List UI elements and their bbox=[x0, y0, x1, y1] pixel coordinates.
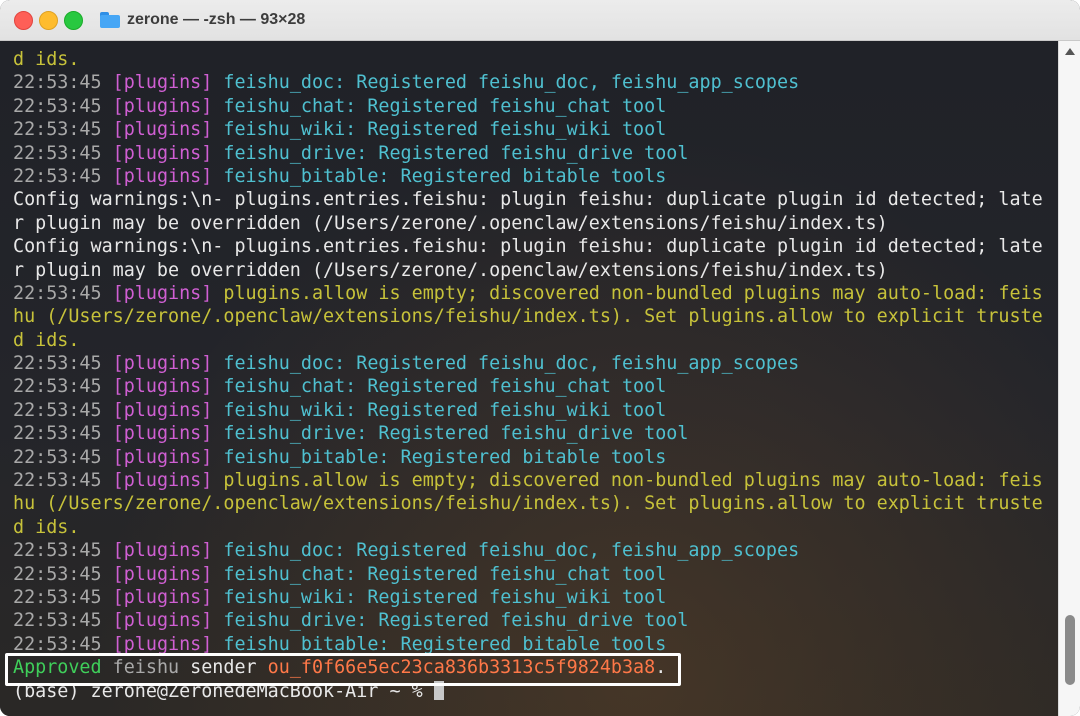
terminal-lines: d ids. 22:53:45 [plugins] feishu_doc: Reg… bbox=[13, 48, 1058, 703]
terminal-line: 22:53:45 [plugins] feishu_chat: Register… bbox=[13, 375, 1058, 398]
terminal-line: d ids. bbox=[13, 516, 1058, 539]
scroll-up-arrow-icon[interactable] bbox=[1065, 48, 1075, 55]
log-tag: [plugins] bbox=[112, 142, 224, 164]
log-timestamp: 22:53:45 bbox=[13, 95, 113, 117]
log-tag: [plugins] bbox=[112, 282, 224, 304]
log-tag: [plugins] bbox=[112, 95, 224, 117]
log-message: feishu_drive: Registered feishu_drive to… bbox=[223, 142, 689, 164]
scrollbar-thumb[interactable] bbox=[1065, 615, 1075, 685]
log-tag: [plugins] bbox=[112, 610, 224, 632]
log-message: hu (/Users/zerone/.openclaw/extensions/f… bbox=[13, 493, 1043, 515]
terminal-line: d ids. bbox=[13, 48, 1058, 71]
log-tag: [plugins] bbox=[112, 563, 224, 585]
terminal-line: 22:53:45 [plugins] feishu_chat: Register… bbox=[13, 95, 1058, 118]
log-tag: [plugins] bbox=[112, 376, 224, 398]
log-timestamp: 22:53:45 bbox=[13, 119, 113, 141]
terminal-line: 22:53:45 [plugins] plugins.allow is empt… bbox=[13, 469, 1058, 492]
log-tag: [plugins] bbox=[112, 165, 224, 187]
terminal-line: 22:53:45 [plugins] feishu_drive: Registe… bbox=[13, 422, 1058, 445]
log-message: hu (/Users/zerone/.openclaw/extensions/f… bbox=[13, 306, 1043, 328]
terminal-line: 22:53:45 [plugins] feishu_wiki: Register… bbox=[13, 399, 1058, 422]
log-timestamp: 22:53:45 bbox=[13, 142, 113, 164]
terminal-line: 22:53:45 [plugins] feishu_chat: Register… bbox=[13, 563, 1058, 586]
log-timestamp: 22:53:45 bbox=[13, 633, 113, 655]
terminal-line: 22:53:45 [plugins] feishu_wiki: Register… bbox=[13, 586, 1058, 609]
log-message: feishu_chat: Registered feishu_chat tool bbox=[223, 563, 667, 585]
log-tag: [plugins] bbox=[112, 423, 224, 445]
log-message: feishu_doc: Registered feishu_doc, feish… bbox=[223, 540, 800, 562]
log-message: plugins.allow is empty; discovered non-b… bbox=[223, 470, 1043, 492]
log-message: Config warnings:\n- plugins.entries.feis… bbox=[13, 236, 1043, 258]
log-tag: [plugins] bbox=[112, 540, 224, 562]
folder-icon bbox=[100, 12, 120, 28]
log-message: feishu_bitable: Registered bitable tools bbox=[223, 446, 667, 468]
log-message: Config warnings:\n- plugins.entries.feis… bbox=[13, 189, 1043, 211]
log-message: feishu_doc: Registered feishu_doc, feish… bbox=[223, 72, 800, 94]
log-message: feishu_doc: Registered feishu_doc, feish… bbox=[223, 353, 800, 375]
terminal-line: r plugin may be overridden (/Users/zeron… bbox=[13, 259, 1058, 282]
log-message: feishu_drive: Registered feishu_drive to… bbox=[223, 423, 689, 445]
log-message: plugins.allow is empty; discovered non-b… bbox=[223, 282, 1043, 304]
terminal-line: 22:53:45 [plugins] feishu_doc: Registere… bbox=[13, 539, 1058, 562]
log-timestamp: 22:53:45 bbox=[13, 586, 113, 608]
terminal-line: 22:53:45 [plugins] feishu_doc: Registere… bbox=[13, 71, 1058, 94]
log-message: feishu_bitable: Registered bitable tools bbox=[223, 633, 667, 655]
zoom-button[interactable] bbox=[64, 11, 83, 30]
terminal-line: 22:53:45 [plugins] plugins.allow is empt… bbox=[13, 282, 1058, 305]
log-timestamp: 22:53:45 bbox=[13, 282, 113, 304]
terminal-line: 22:53:45 [plugins] feishu_doc: Registere… bbox=[13, 352, 1058, 375]
terminal-line: 22:53:45 [plugins] feishu_drive: Registe… bbox=[13, 142, 1058, 165]
title-bar: zerone — -zsh — 93×28 bbox=[0, 0, 1080, 41]
log-message: feishu_bitable: Registered bitable tools bbox=[223, 165, 667, 187]
vertical-scrollbar[interactable] bbox=[1058, 41, 1080, 716]
log-timestamp: 22:53:45 bbox=[13, 540, 113, 562]
window-title: zerone — -zsh — 93×28 bbox=[100, 0, 305, 40]
log-message: r plugin may be overridden (/Users/zeron… bbox=[13, 212, 888, 234]
log-timestamp: 22:53:45 bbox=[13, 423, 113, 445]
terminal-line: Config warnings:\n- plugins.entries.feis… bbox=[13, 188, 1058, 211]
terminal-output[interactable]: d ids. 22:53:45 [plugins] feishu_doc: Reg… bbox=[0, 41, 1058, 716]
log-message: feishu_chat: Registered feishu_chat tool bbox=[223, 376, 667, 398]
log-timestamp: 22:53:45 bbox=[13, 72, 113, 94]
log-message: feishu_wiki: Registered feishu_wiki tool bbox=[223, 119, 667, 141]
log-message: feishu_wiki: Registered feishu_wiki tool bbox=[223, 399, 667, 421]
log-tag: [plugins] bbox=[112, 399, 224, 421]
log-message: feishu_chat: Registered feishu_chat tool bbox=[223, 95, 667, 117]
terminal-line: r plugin may be overridden (/Users/zeron… bbox=[13, 212, 1058, 235]
log-tag: [plugins] bbox=[112, 586, 224, 608]
terminal-line: hu (/Users/zerone/.openclaw/extensions/f… bbox=[13, 305, 1058, 328]
log-message: d ids. bbox=[13, 329, 80, 351]
terminal-line: 22:53:45 [plugins] feishu_drive: Registe… bbox=[13, 609, 1058, 632]
log-timestamp: 22:53:45 bbox=[13, 353, 113, 375]
log-tag: [plugins] bbox=[112, 353, 224, 375]
log-message: feishu_drive: Registered feishu_drive to… bbox=[223, 610, 689, 632]
log-message: r plugin may be overridden (/Users/zeron… bbox=[13, 259, 888, 281]
minimize-button[interactable] bbox=[39, 11, 58, 30]
log-tag: [plugins] bbox=[112, 633, 224, 655]
log-message: feishu_wiki: Registered feishu_wiki tool bbox=[223, 586, 667, 608]
terminal-line: d ids. bbox=[13, 329, 1058, 352]
log-timestamp: 22:53:45 bbox=[13, 470, 113, 492]
window-title-text: zerone — -zsh — 93×28 bbox=[127, 11, 306, 28]
terminal-window: zerone — -zsh — 93×28 d ids. 22:53:45 [pl… bbox=[0, 0, 1080, 716]
approved-highlight-box bbox=[5, 653, 681, 686]
log-timestamp: 22:53:45 bbox=[13, 376, 113, 398]
terminal-line: hu (/Users/zerone/.openclaw/extensions/f… bbox=[13, 492, 1058, 515]
log-timestamp: 22:53:45 bbox=[13, 446, 113, 468]
terminal-line: 22:53:45 [plugins] feishu_bitable: Regis… bbox=[13, 446, 1058, 469]
log-message: d ids. bbox=[13, 516, 80, 538]
terminal-line: 22:53:45 [plugins] feishu_wiki: Register… bbox=[13, 118, 1058, 141]
log-tag: [plugins] bbox=[112, 119, 224, 141]
close-button[interactable] bbox=[14, 11, 33, 30]
log-timestamp: 22:53:45 bbox=[13, 563, 113, 585]
log-tag: [plugins] bbox=[112, 72, 224, 94]
log-timestamp: 22:53:45 bbox=[13, 610, 113, 632]
terminal-line: Config warnings:\n- plugins.entries.feis… bbox=[13, 235, 1058, 258]
log-tag: [plugins] bbox=[112, 470, 224, 492]
log-tag: [plugins] bbox=[112, 446, 224, 468]
log-timestamp: 22:53:45 bbox=[13, 399, 113, 421]
log-message: d ids. bbox=[13, 49, 80, 70]
terminal-line: 22:53:45 [plugins] feishu_bitable: Regis… bbox=[13, 165, 1058, 188]
log-timestamp: 22:53:45 bbox=[13, 165, 113, 187]
